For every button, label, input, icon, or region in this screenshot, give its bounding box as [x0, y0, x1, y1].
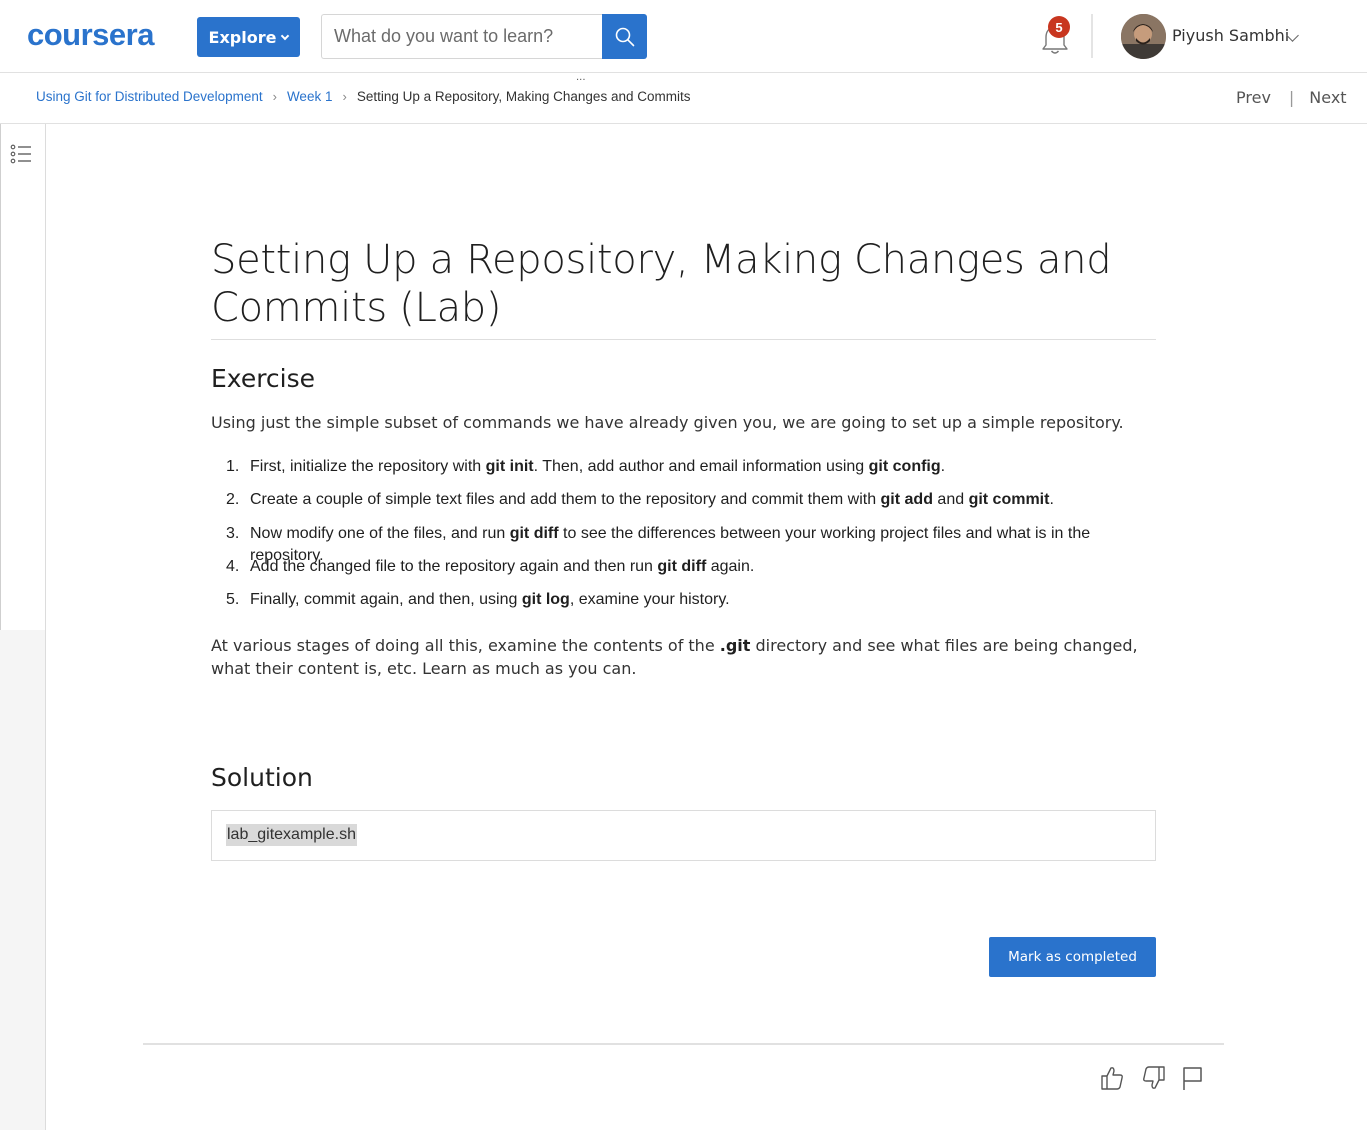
- git-command: git commit: [968, 491, 1050, 509]
- git-command: git diff: [509, 524, 559, 542]
- search-icon: [615, 27, 634, 46]
- exercise-heading: Exercise: [211, 364, 316, 393]
- overflow-dots: ...: [576, 72, 586, 83]
- step-number: 1.: [226, 458, 240, 475]
- list-item: 1. First, initialize the repository with …: [226, 456, 1166, 489]
- step-number: 3.: [226, 524, 240, 542]
- step-text: Create a couple of simple text files and…: [250, 489, 1054, 522]
- explore-button[interactable]: Explore: [197, 17, 300, 57]
- step-text-part: . Then, add author and email information…: [533, 458, 869, 475]
- thumbs-up-icon[interactable]: [1099, 1064, 1125, 1092]
- exercise-steps: 1. First, initialize the repository with …: [226, 456, 1166, 622]
- sidebar-panel: [0, 124, 46, 630]
- mark-completed-button[interactable]: Mark as completed: [989, 937, 1156, 977]
- breadcrumb-current: Setting Up a Repository, Making Changes …: [356, 89, 691, 104]
- outro-git-dir: .git: [719, 636, 751, 655]
- search-input[interactable]: [321, 14, 603, 59]
- next-link[interactable]: Next: [1309, 88, 1346, 107]
- step-text-part: Add the changed file to the repository a…: [250, 557, 658, 575]
- step-text-part: again.: [706, 557, 755, 575]
- breadcrumb: Using Git for Distributed Development › …: [36, 89, 690, 104]
- exercise-outro: At various stages of doing all this, exa…: [211, 634, 1156, 680]
- title-divider: [211, 339, 1156, 340]
- thumbs-down-icon[interactable]: [1141, 1064, 1167, 1092]
- prev-link[interactable]: Prev: [1236, 88, 1271, 107]
- step-number: 5.: [226, 591, 240, 609]
- avatar[interactable]: [1121, 14, 1166, 59]
- list-item: 2. Create a couple of simple text files a…: [226, 489, 1166, 522]
- git-command: git diff: [657, 557, 707, 575]
- notification-badge: 5: [1048, 16, 1070, 38]
- chevron-down-icon: [281, 31, 290, 40]
- header-divider: [1091, 14, 1093, 58]
- user-name[interactable]: Piyush Sambhi: [1172, 26, 1289, 45]
- git-command: git log: [521, 591, 570, 609]
- outro-text: At various stages of doing all this, exa…: [211, 636, 720, 655]
- explore-label: Explore: [208, 27, 277, 47]
- coursera-logo[interactable]: coursera: [27, 22, 171, 50]
- step-text: Add the changed file to the repository a…: [250, 556, 754, 589]
- exercise-intro: Using just the simple subset of commands…: [211, 413, 1124, 432]
- chevron-right-icon: ›: [342, 89, 347, 104]
- step-text-part: Finally, commit again, and then, using: [250, 591, 522, 609]
- list-item: 3. Now modify one of the files, and run g…: [226, 523, 1166, 564]
- step-text-part: First, initialize the repository with: [250, 458, 486, 475]
- step-text-part: , examine your history.: [569, 591, 730, 609]
- list-icon[interactable]: [10, 144, 32, 164]
- footer-divider: [143, 1043, 1224, 1045]
- git-command: git add: [880, 491, 933, 509]
- breadcrumb-week[interactable]: Week 1: [287, 89, 333, 104]
- step-text-part: and: [932, 491, 969, 509]
- git-command: git init: [485, 458, 534, 475]
- step-text: Now modify one of the files, and run git…: [250, 523, 1166, 564]
- solution-file-link[interactable]: lab_gitexample.sh: [226, 824, 357, 846]
- flag-icon[interactable]: [1181, 1064, 1207, 1092]
- git-command: git config: [868, 458, 941, 475]
- step-number: 2.: [226, 491, 240, 509]
- step-number: 4.: [226, 557, 240, 575]
- page-title: Setting Up a Repository, Making Changes …: [211, 237, 1112, 331]
- step-text: First, initialize the repository with gi…: [250, 456, 945, 489]
- solution-heading: Solution: [211, 763, 313, 792]
- step-text: Finally, commit again, and then, using g…: [250, 589, 730, 622]
- prev-next-nav: Prev | Next: [1236, 88, 1347, 107]
- list-item: 5. Finally, commit again, and then, using…: [226, 589, 1166, 622]
- list-item: 4. Add the changed file to the repository…: [226, 556, 1166, 589]
- search-button[interactable]: [602, 14, 647, 59]
- chevron-right-icon: ›: [272, 89, 277, 104]
- logo-text: coursera: [27, 22, 155, 50]
- step-text-part: .: [1049, 491, 1054, 509]
- step-text-part: Now modify one of the files, and run: [250, 524, 510, 542]
- breadcrumb-divider: [0, 123, 1367, 124]
- breadcrumb-course[interactable]: Using Git for Distributed Development: [36, 89, 263, 104]
- step-text-part: .: [940, 458, 946, 475]
- nav-divider: |: [1288, 88, 1295, 107]
- step-text-part: Create a couple of simple text files and…: [250, 491, 881, 509]
